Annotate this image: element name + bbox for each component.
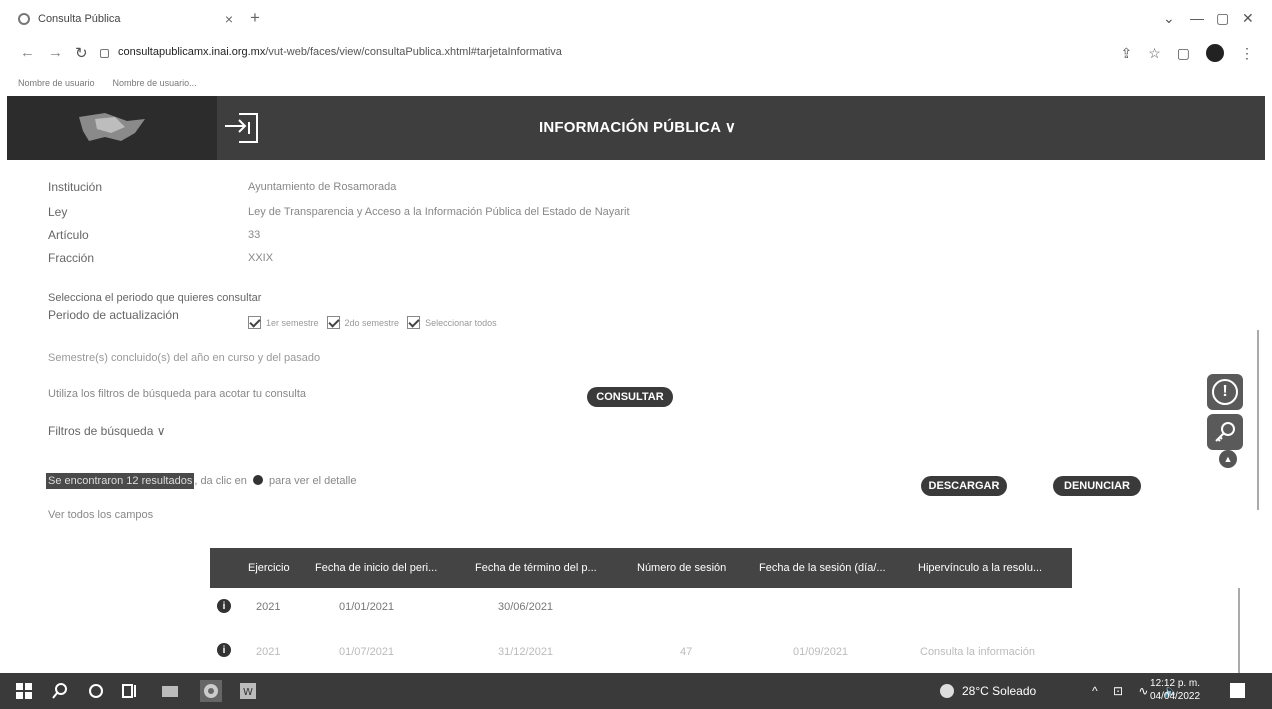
view-all-fields-link[interactable]: Ver todos los campos (48, 509, 153, 521)
articulo-value: 33 (248, 229, 261, 241)
column-header[interactable]: Fecha de inicio del peri... (315, 562, 437, 574)
checkbox-label: 1er semestre (266, 317, 319, 328)
logo-icon (79, 113, 145, 141)
results-count: Se encontraron 12 resultados (46, 473, 195, 489)
minimize-button[interactable]: — (1190, 10, 1204, 26)
logo (7, 96, 217, 160)
share-icon[interactable]: ⇪ (1120, 45, 1132, 62)
browser-tab-bar: Consulta Pública × + ⌄ — ▢ ✕ (0, 0, 1272, 36)
table-header: Ejercicio Fecha de inicio del peri... Fe… (210, 548, 1072, 588)
tab-title: Consulta Pública (38, 13, 121, 25)
filters-toggle[interactable]: Filtros de búsqueda ∨ (48, 424, 166, 438)
table-cell: 2021 (256, 601, 281, 613)
chrome-icon[interactable] (200, 680, 222, 702)
checkbox-1er-semestre[interactable] (248, 316, 261, 329)
table-cell: 2021 (256, 646, 281, 658)
globe-icon (18, 13, 30, 25)
descargar-button[interactable]: DESCARGAR (921, 476, 1007, 496)
table-cell: 30/06/2021 (498, 601, 554, 613)
period-label: Periodo de actualización (48, 308, 179, 322)
scroll-top-button[interactable]: ▲ (1219, 450, 1237, 468)
sun-icon (940, 684, 954, 698)
reload-icon[interactable]: ↻ (75, 44, 88, 62)
section-title[interactable]: INFORMACIÓN PÚBLICA ∨ (539, 118, 736, 136)
table-cell: 01/09/2021 (793, 646, 849, 658)
ley-label: Ley (48, 205, 68, 219)
menu-kebab-icon[interactable]: ⋮ (1240, 45, 1254, 62)
search-icon[interactable] (52, 683, 68, 699)
weather-widget[interactable]: 28°C Soleado (940, 684, 1036, 698)
svg-text:W: W (243, 687, 253, 698)
forward-arrow-icon[interactable]: → (48, 44, 63, 61)
cortana-icon[interactable] (88, 683, 104, 699)
row-detail-info-icon[interactable]: i (217, 643, 231, 657)
key-button[interactable] (1207, 414, 1243, 450)
table-cell: 01/07/2021 (339, 646, 395, 658)
info-icon (252, 475, 263, 485)
bookmark-item[interactable]: Nombre de usuario... (113, 78, 197, 88)
clock[interactable]: 12:12 p. m. 04/04/2022 (1150, 677, 1200, 703)
page-scrollbar[interactable] (1257, 330, 1259, 510)
ley-value: Ley de Transparencia y Acceso a la Infor… (248, 206, 630, 218)
key-icon (1215, 422, 1235, 442)
column-header[interactable]: Ejercicio (248, 562, 290, 574)
site-header: INFORMACIÓN PÚBLICA ∨ (7, 96, 1265, 160)
checkbox-label: Seleccionar todos (425, 317, 497, 328)
table-cell: 47 (680, 646, 693, 658)
articulo-label: Artículo (48, 228, 89, 242)
period-prompt: Selecciona el periodo que quieres consul… (48, 292, 262, 304)
checkbox-2do-semestre[interactable] (326, 316, 340, 329)
bookmark-item[interactable]: Nombre de usuario (18, 78, 95, 88)
exclamation-icon: ! (1212, 379, 1238, 405)
alert-button[interactable]: ! (1207, 374, 1243, 410)
tab-search-chevron-icon[interactable]: ⌄ (1163, 10, 1175, 27)
semester-note: Semestre(s) concluido(s) del año en curs… (48, 352, 321, 364)
filter-hint: Utiliza los filtros de búsqueda para aco… (48, 388, 307, 400)
checkbox-label: 2do semestre (344, 317, 400, 328)
task-view-icon[interactable] (122, 683, 138, 699)
results-line: Se encontraron 12 resultados, da clic en… (46, 473, 357, 489)
maximize-button[interactable]: ▢ (1216, 10, 1229, 27)
file-explorer-icon[interactable] (162, 683, 178, 699)
windows-taskbar: W 28°C Soleado ^ ⊡ ∿ 🔈 12:12 p. m. 04/04… (0, 673, 1272, 709)
tab-close-icon[interactable]: × (225, 11, 233, 27)
table-cell: 01/01/2021 (339, 601, 395, 613)
fraccion-label: Fracción (48, 251, 95, 265)
word-icon[interactable]: W (240, 683, 256, 699)
url-field[interactable]: consultapublicamx.inai.org.mx/vut-web/fa… (118, 46, 562, 58)
windows-start-icon[interactable] (16, 683, 32, 699)
avatar[interactable] (1206, 44, 1224, 62)
lock-icon (100, 49, 109, 58)
column-header[interactable]: Hipervínculo a la resolu... (918, 562, 1042, 574)
notification-icon[interactable] (1230, 683, 1245, 698)
institucion-value: Ayuntamiento de Rosamorada (248, 181, 397, 193)
address-bar: ← → ↻ consultapublicamx.inai.org.mx/vut-… (0, 36, 1272, 70)
new-tab-button[interactable]: + (250, 8, 260, 28)
bookmarks-bar: Nombre de usuario Nombre de usuario... (0, 70, 1272, 96)
checkbox-seleccionar-todos[interactable] (407, 316, 421, 329)
fraccion-value: XXIX (248, 252, 274, 264)
star-icon[interactable]: ☆ (1148, 45, 1161, 62)
column-header[interactable]: Fecha de término del p... (475, 562, 597, 574)
hyperlink-consulta[interactable]: Consulta la información (920, 646, 1035, 658)
period-checkboxes: 1er semestre 2do semestre Seleccionar to… (248, 316, 505, 329)
close-window-button[interactable]: ✕ (1242, 10, 1254, 27)
browser-tab[interactable]: Consulta Pública × (18, 8, 233, 30)
back-arrow-icon[interactable]: ← (20, 44, 35, 61)
column-header[interactable]: Número de sesión (637, 562, 726, 574)
consultar-button[interactable]: CONSULTAR (587, 387, 673, 407)
row-detail-info-icon[interactable]: i (217, 599, 231, 613)
sidepanel-icon[interactable]: ▢ (1177, 45, 1190, 62)
table-scrollbar[interactable] (1238, 588, 1240, 673)
institucion-label: Institución (48, 180, 103, 194)
table-cell: 31/12/2021 (498, 646, 554, 658)
exit-icon[interactable] (223, 110, 263, 146)
denunciar-button[interactable]: DENUNCIAR (1053, 476, 1141, 496)
column-header[interactable]: Fecha de la sesión (día/... (759, 562, 886, 574)
